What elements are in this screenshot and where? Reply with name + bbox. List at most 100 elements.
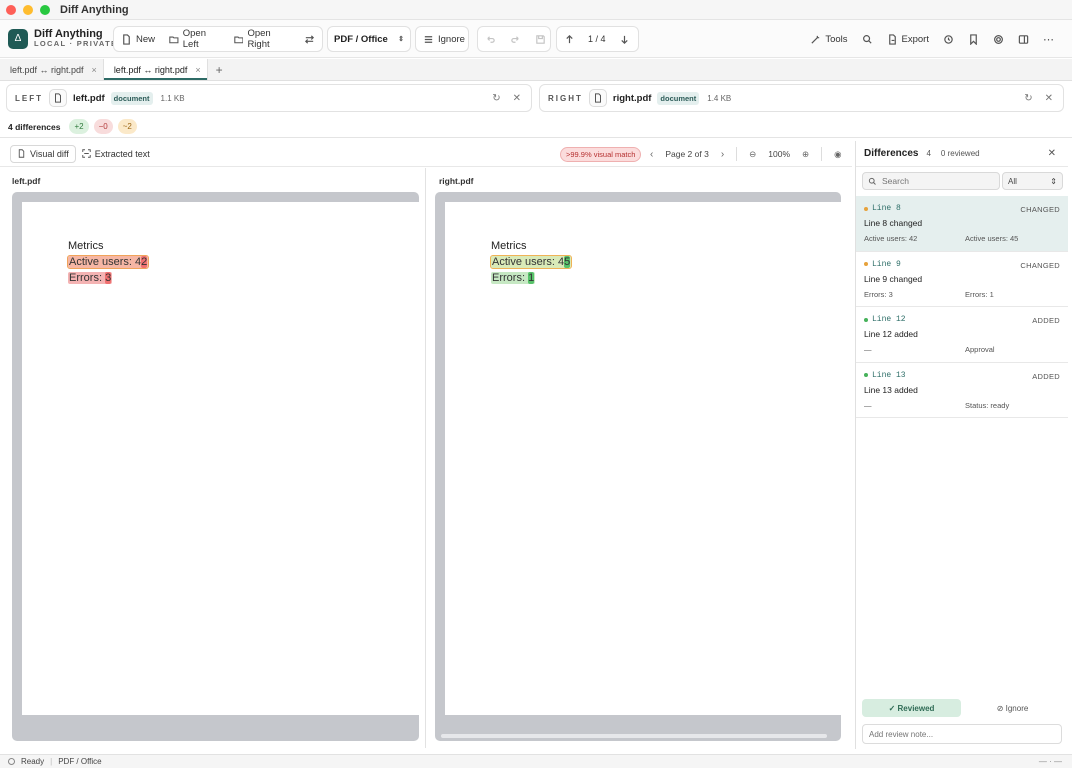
close-panel-icon[interactable]: ✕: [1048, 148, 1056, 159]
left-document-pane: left.pdf Metrics Active users: 42 Errors…: [0, 168, 426, 748]
added-count-badge[interactable]: +2: [69, 119, 89, 134]
open-left-label: Open Left: [182, 28, 206, 50]
changed-dot-icon: [864, 262, 868, 266]
undo-icon: [487, 35, 495, 43]
visual-diff-label: Visual diff: [30, 148, 69, 159]
search-button[interactable]: [856, 27, 879, 51]
status-badge: CHANGED: [1020, 260, 1060, 270]
undo-button[interactable]: [478, 27, 503, 51]
diff-description: Line 13 added: [864, 384, 918, 395]
previous-page-button[interactable]: ‹: [650, 149, 653, 160]
left-side-label: LEFT: [15, 93, 43, 103]
changed-count-badge[interactable]: ~2: [117, 119, 137, 134]
list-item[interactable]: Line 8 CHANGED Line 8 changed Active use…: [856, 196, 1068, 252]
reviewed-button[interactable]: ✓ Reviewed: [862, 699, 961, 717]
reviewed-count: 0 reviewed: [940, 149, 980, 158]
minimize-window-button[interactable]: [23, 4, 33, 15]
diff-values: — Status: ready: [864, 401, 1060, 410]
horizontal-scrollbar[interactable]: [441, 734, 827, 738]
maximize-window-button[interactable]: [40, 4, 50, 15]
diff-summary: 4 differences +2 −0 ~2: [0, 116, 1072, 138]
zoom-level: 100%: [768, 149, 791, 159]
extracted-text-label: Extracted text: [94, 148, 150, 159]
redo-button[interactable]: [503, 27, 528, 51]
review-note-input[interactable]: [862, 724, 1062, 744]
close-tab-icon[interactable]: ×: [92, 65, 97, 75]
mode-select[interactable]: PDF / Office ⇕: [327, 26, 411, 52]
folder-icon: [233, 36, 244, 43]
diff-line-ref: Line 12: [864, 315, 1060, 324]
ignore-label: Ignore: [1005, 703, 1029, 713]
reload-icon[interactable]: ↻: [1024, 93, 1032, 104]
tab-visual-diff[interactable]: Visual diff: [10, 144, 76, 163]
close-icon[interactable]: ✕: [513, 93, 521, 104]
previous-diff-button[interactable]: [557, 27, 582, 51]
tools-button[interactable]: Tools: [804, 27, 853, 51]
more-button[interactable]: ⋯: [1037, 27, 1060, 51]
divider: [821, 147, 823, 161]
reload-icon[interactable]: ↻: [492, 93, 500, 104]
tab-comparison-2[interactable]: left.pdf ↔ right.pdf ×: [102, 59, 208, 80]
list-item[interactable]: Line 13 ADDED Line 13 added — Status: rea…: [856, 363, 1068, 418]
changed-line-active-users[interactable]: Active users: 42: [66, 255, 150, 269]
tab-label: left.pdf ↔ right.pdf: [10, 64, 84, 75]
close-window-button[interactable]: [6, 4, 16, 15]
window-title: Diff Anything: [60, 3, 129, 16]
status-mode: PDF / Office: [58, 757, 102, 766]
right-pane-title: right.pdf: [439, 176, 474, 186]
left-file-size: 1.1 KB: [160, 93, 185, 103]
line-text: Errors:: [492, 272, 529, 284]
zoom-out-icon[interactable]: ⊖: [749, 149, 756, 160]
view-bar: Visual diff Extracted text >99.9% visual…: [0, 141, 852, 167]
history-icon: [944, 34, 953, 44]
close-icon[interactable]: ✕: [1045, 93, 1053, 104]
reviewed-label: Reviewed: [897, 703, 935, 713]
changed-line-errors[interactable]: Errors: 3: [68, 272, 113, 284]
next-diff-button[interactable]: [612, 27, 637, 51]
tools-label: Tools: [825, 33, 848, 45]
line-text: Errors:: [69, 272, 106, 284]
settings-button[interactable]: [987, 27, 1010, 51]
search-input[interactable]: [882, 176, 992, 186]
open-right-button[interactable]: Open Right: [227, 27, 297, 51]
differences-filter-select[interactable]: All ⇕: [1002, 172, 1063, 190]
tab-comparison-1[interactable]: left.pdf ↔ right.pdf ×: [0, 59, 103, 80]
eye-icon[interactable]: ◉: [834, 149, 841, 160]
open-left-button[interactable]: Open Left: [162, 27, 227, 51]
removed-count-badge[interactable]: −0: [93, 119, 113, 134]
toggle-panel-button[interactable]: [1012, 27, 1035, 51]
changed-line-active-users[interactable]: Active users: 45: [489, 255, 573, 269]
changed-line-errors[interactable]: Errors: 1: [491, 272, 536, 284]
document-tabs: left.pdf ↔ right.pdf × left.pdf ↔ right.…: [0, 59, 1072, 81]
ignore-diff-button[interactable]: ⊘ Ignore: [963, 699, 1062, 717]
left-file-type-badge: document: [110, 91, 153, 105]
diff-description: Line 12 added: [864, 329, 918, 339]
tab-extracted-text[interactable]: Extracted text: [76, 145, 156, 163]
line-text: Active users: 4: [69, 256, 142, 268]
history-button[interactable]: [937, 27, 960, 51]
right-page-viewport[interactable]: Metrics Active users: 45 Errors: 1: [435, 192, 841, 741]
file-actions-group: New Open Left Open Right: [113, 26, 323, 52]
right-side-label: RIGHT: [548, 93, 583, 103]
brand-subtitle: LOCAL · PRIVATE: [34, 39, 118, 49]
left-page-viewport[interactable]: Metrics Active users: 42 Errors: 3: [12, 192, 419, 741]
status-badge: ADDED: [1032, 371, 1060, 381]
save-button[interactable]: [528, 27, 553, 51]
ignore-button[interactable]: Ignore: [416, 27, 472, 51]
new-button[interactable]: New: [114, 27, 162, 51]
right-page: Metrics Active users: 45 Errors: 1: [445, 202, 841, 715]
close-tab-icon[interactable]: ×: [195, 65, 200, 75]
differences-search[interactable]: [862, 172, 1000, 190]
swap-sides-button[interactable]: [297, 27, 322, 51]
arrow-up-icon: [566, 34, 573, 43]
bookmark-button[interactable]: [962, 27, 985, 51]
zoom-in-icon[interactable]: ⊕: [802, 149, 809, 160]
export-label: Export: [901, 33, 929, 45]
list-item[interactable]: Line 12 ADDED Line 12 added — Approval: [856, 307, 1068, 363]
mode-select-value: PDF / Office: [334, 33, 388, 45]
list-item[interactable]: Line 9 CHANGED Line 9 changed Errors: 3E…: [856, 252, 1068, 307]
next-page-button[interactable]: ›: [721, 149, 724, 160]
export-button[interactable]: Export: [881, 27, 935, 51]
check-icon: ✓: [888, 703, 898, 713]
add-tab-button[interactable]: +: [216, 59, 223, 80]
